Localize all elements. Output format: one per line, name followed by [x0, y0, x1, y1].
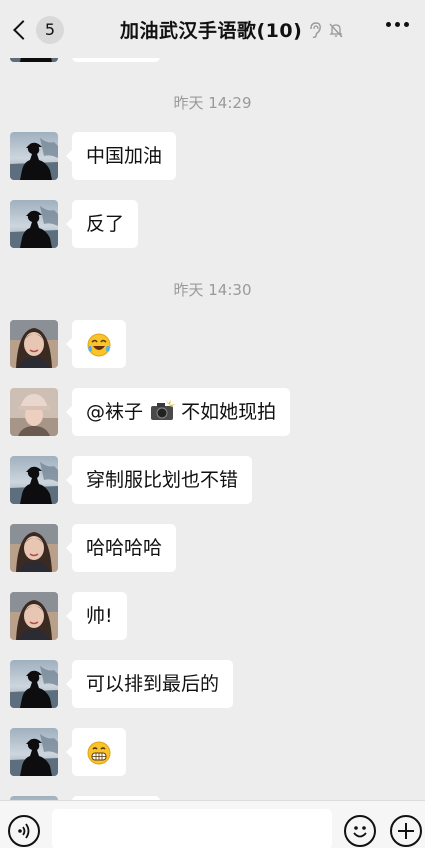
message-partial-top	[10, 58, 160, 62]
laughing-crying-emoji	[87, 333, 111, 356]
chat-header: 5 加油武汉手语歌(10)	[0, 0, 425, 58]
message-bubble[interactable]: @袜子 不如她现拍	[65, 388, 291, 436]
woman-avatar[interactable]	[10, 592, 58, 640]
silhouette-avatar[interactable]	[10, 200, 58, 248]
message-bubble[interactable]	[66, 320, 126, 368]
emoji-icon[interactable]	[344, 815, 376, 847]
woman-avatar[interactable]	[10, 524, 58, 572]
message-bubble[interactable]: 哈哈哈哈	[65, 524, 177, 572]
message-row: 可以排到最后的	[10, 660, 234, 708]
message-bubble[interactable]	[72, 58, 160, 62]
message-row: 帅!	[10, 592, 127, 640]
message-bubble[interactable]: 反了	[65, 200, 139, 248]
mention-text[interactable]: @袜子	[86, 401, 143, 423]
more-icon[interactable]	[386, 22, 409, 27]
silhouette-avatar[interactable]	[10, 660, 58, 708]
input-bar	[0, 800, 425, 848]
silhouette-avatar[interactable]	[10, 728, 58, 776]
message-list[interactable]: 昨天 14:29 中国加油 反了 昨天 14:30 @袜子 不如她现拍 穿制服比…	[0, 58, 425, 800]
timestamp: 昨天 14:30	[173, 281, 252, 299]
silhouette-avatar[interactable]	[10, 58, 58, 62]
message-bubble[interactable]: 穿制服比划也不错	[65, 456, 253, 504]
back-button[interactable]: 5	[10, 16, 64, 44]
chat-title: 加油武汉手语歌(10)	[120, 20, 303, 42]
timestamp: 昨天 14:29	[173, 94, 252, 112]
unread-count-badge: 5	[36, 16, 64, 44]
message-text: 不如她现拍	[175, 401, 277, 423]
message-row: 穿制服比划也不错	[10, 456, 253, 504]
mute-bell-icon	[329, 23, 343, 37]
message-bubble[interactable]	[66, 728, 126, 776]
message-row	[10, 320, 126, 368]
message-input[interactable]	[52, 809, 332, 848]
message-bubble[interactable]: 可以排到最后的	[65, 660, 234, 708]
voice-icon[interactable]	[8, 815, 40, 847]
back-chevron-icon	[13, 20, 33, 40]
silhouette-avatar[interactable]	[10, 456, 58, 504]
ear-icon	[310, 21, 322, 38]
plus-icon[interactable]	[390, 815, 422, 847]
silhouette-avatar[interactable]	[10, 132, 58, 180]
message-row	[10, 728, 126, 776]
message-bubble[interactable]: 中国加油	[65, 132, 177, 180]
woman-avatar[interactable]	[10, 320, 58, 368]
camera-flash-emoji	[151, 399, 176, 420]
title-group: 加油武汉手语歌(10)	[120, 16, 344, 43]
message-row: 反了	[10, 200, 139, 248]
message-row: 哈哈哈哈	[10, 524, 177, 572]
hat-avatar[interactable]	[10, 388, 58, 436]
message-bubble[interactable]: 帅!	[66, 592, 127, 640]
message-row: @袜子 不如她现拍	[10, 388, 291, 436]
grinning-emoji	[87, 741, 111, 764]
message-row: 中国加油	[10, 132, 177, 180]
